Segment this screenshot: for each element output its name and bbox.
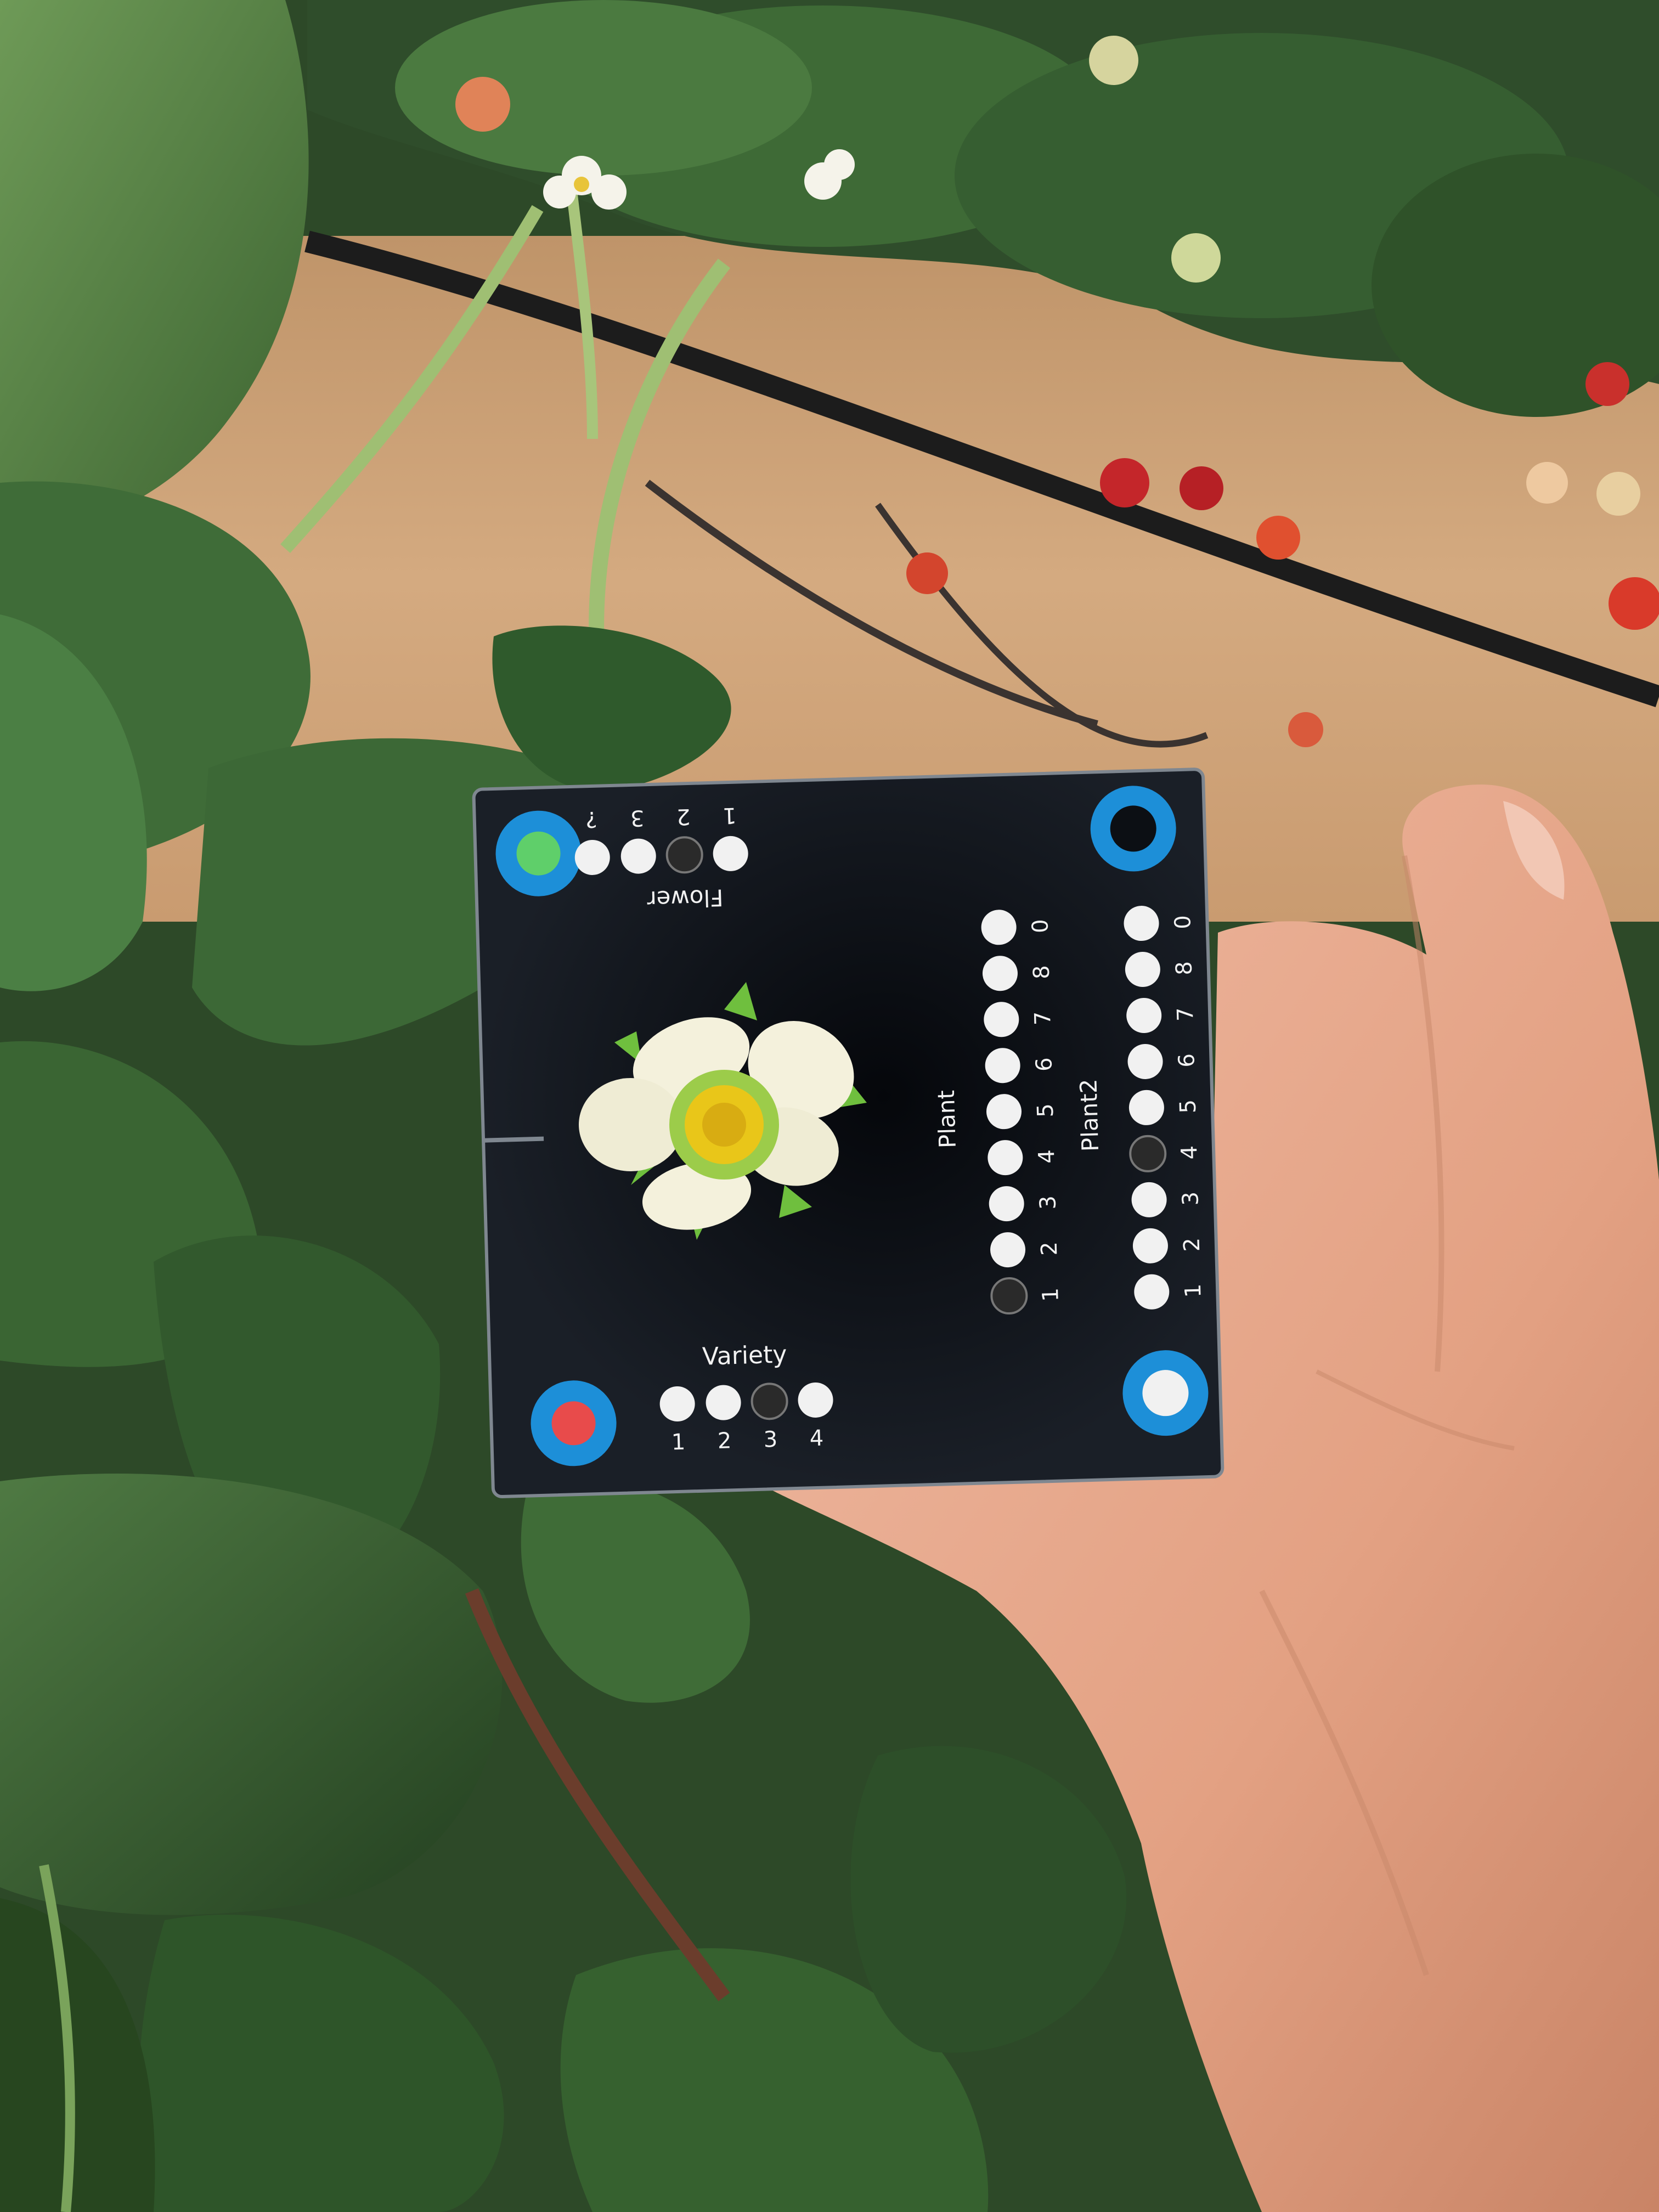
variety-digit: 3	[763, 1427, 778, 1453]
plant2-dot	[1129, 1135, 1167, 1172]
flower-digit: 2	[676, 804, 691, 830]
variety-digit: 1	[671, 1430, 686, 1455]
flower-digit: 3	[630, 805, 645, 831]
plant2-digit: 7	[1173, 1007, 1199, 1022]
plant2-digit: 1	[1181, 1283, 1206, 1298]
plant-digit: 1	[1038, 1288, 1064, 1302]
plant-digit: 2	[1037, 1242, 1063, 1256]
variety-digit: 4	[809, 1426, 824, 1452]
plant-label: Plant	[933, 1090, 961, 1149]
variety-digit: 2	[717, 1428, 732, 1454]
plant-digit: 6	[1031, 1057, 1057, 1072]
plant-dot	[990, 1277, 1028, 1315]
plant2-digit: 0	[1170, 915, 1196, 930]
plant-digit: 0	[1028, 919, 1053, 934]
flower-dot	[665, 836, 703, 874]
plant-digit: 3	[1035, 1195, 1061, 1210]
flower-digit: ?	[585, 806, 598, 832]
plant-digit: 7	[1030, 1011, 1056, 1026]
plant-digit: 8	[1029, 965, 1055, 980]
plant2-digit: 5	[1176, 1099, 1201, 1114]
plant2-digit: 8	[1171, 961, 1197, 976]
plant-digit: 4	[1034, 1149, 1060, 1164]
plant2-digit: 2	[1180, 1237, 1205, 1252]
variety-dot	[751, 1383, 788, 1420]
plant2-digit: 6	[1174, 1053, 1200, 1068]
plant2-label: Plant2	[1075, 1079, 1104, 1152]
plant-digit: 5	[1033, 1103, 1059, 1118]
flower-digit: 1	[722, 803, 737, 828]
flower-label: Flower	[646, 884, 724, 913]
plant2-digit: 3	[1178, 1191, 1204, 1206]
photo-scene: Flower 1 2 3? Variety 1 2 3 4 Plant 1 2 3 4 5 6 7 8 0…	[0, 0, 1659, 2212]
plant2-digit: 4	[1177, 1145, 1203, 1160]
variety-label: Variety	[702, 1340, 787, 1370]
